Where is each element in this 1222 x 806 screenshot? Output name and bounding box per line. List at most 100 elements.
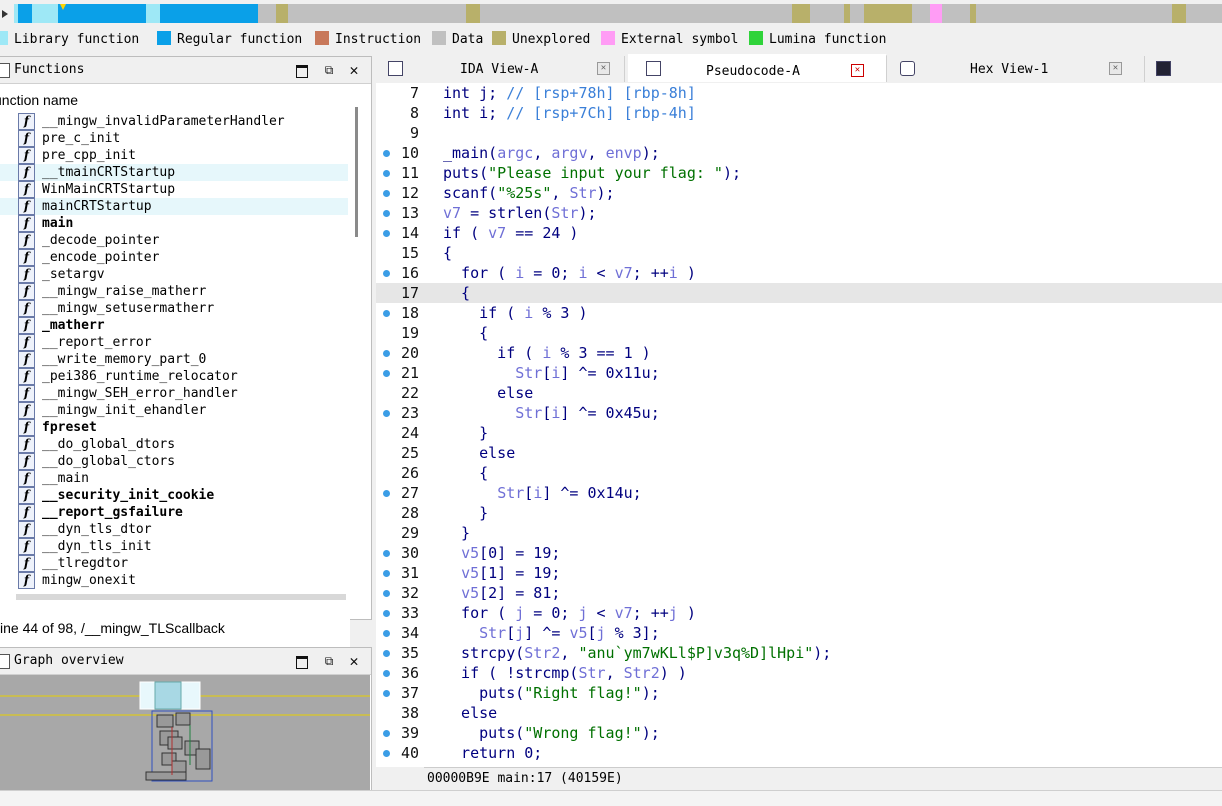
breakpoint-marker-icon[interactable]	[383, 570, 390, 577]
function-row[interactable]: f __do_global_dtors	[0, 436, 348, 453]
function-row[interactable]: f mainCRTStartup	[0, 198, 348, 215]
code-line[interactable]: 20 if ( i % 3 == 1 )	[376, 343, 1222, 363]
code-line[interactable]: 38 else	[376, 703, 1222, 723]
tab-more[interactable]	[1146, 56, 1222, 82]
code-line[interactable]: 23 Str[i] ^= 0x45u;	[376, 403, 1222, 423]
code-line[interactable]: 13 v7 = strlen(Str);	[376, 203, 1222, 223]
breakpoint-marker-icon[interactable]	[383, 230, 390, 237]
graph-overview-titlebar[interactable]: Graph overview ⧉ ✕	[0, 648, 371, 675]
code-line[interactable]: 31 v5[1] = 19;	[376, 563, 1222, 583]
close-icon[interactable]: ✕	[347, 61, 361, 79]
code-line[interactable]: 27 Str[i] ^= 0x14u;	[376, 483, 1222, 503]
function-row[interactable]: f _matherr	[0, 317, 348, 334]
breakpoint-marker-icon[interactable]	[383, 730, 390, 737]
code-line[interactable]: 17 {	[376, 283, 1222, 303]
maximize-icon[interactable]	[296, 656, 308, 669]
function-row[interactable]: f _setargv	[0, 266, 348, 283]
code-line[interactable]: 21 Str[i] ^= 0x11u;	[376, 363, 1222, 383]
function-row[interactable]: f __report_error	[0, 334, 348, 351]
function-row[interactable]: f __mingw_init_ehandler	[0, 402, 348, 419]
function-row[interactable]: f _decode_pointer	[0, 232, 348, 249]
code-line[interactable]: 9	[376, 123, 1222, 143]
breakpoint-marker-icon[interactable]	[383, 150, 390, 157]
tab-close-icon[interactable]: ✕	[597, 62, 610, 75]
code-line[interactable]: 28 }	[376, 503, 1222, 523]
code-line[interactable]: 22 else	[376, 383, 1222, 403]
functions-panel-titlebar[interactable]: Functions ⧉ ✕	[0, 57, 371, 84]
function-row[interactable]: f main	[0, 215, 348, 232]
function-row[interactable]: f __tlregdtor	[0, 555, 348, 572]
code-line[interactable]: 8 int i; // [rsp+7Ch] [rbp-4h]	[376, 103, 1222, 123]
code-line[interactable]: 35 strcpy(Str2, "anu`ym7wKLl$P]v3q%D]lHp…	[376, 643, 1222, 663]
function-row[interactable]: f __report_gsfailure	[0, 504, 348, 521]
code-line[interactable]: 36 if ( !strcmp(Str, Str2) )	[376, 663, 1222, 683]
breakpoint-marker-icon[interactable]	[383, 310, 390, 317]
function-row[interactable]: f __mingw_invalidParameterHandler	[0, 113, 348, 130]
code-line[interactable]: 40 return 0;	[376, 743, 1222, 763]
code-line[interactable]: 15 {	[376, 243, 1222, 263]
breakpoint-marker-icon[interactable]	[383, 490, 390, 497]
code-line[interactable]: 26 {	[376, 463, 1222, 483]
maximize-icon[interactable]	[296, 65, 308, 78]
nav-scroll-left-icon[interactable]	[2, 10, 8, 18]
restore-icon[interactable]: ⧉	[322, 654, 336, 669]
code-line[interactable]: 19 {	[376, 323, 1222, 343]
code-line[interactable]: 30 v5[0] = 19;	[376, 543, 1222, 563]
function-row[interactable]: f __dyn_tls_dtor	[0, 521, 348, 538]
navigation-band[interactable]	[0, 0, 1222, 28]
pseudocode-view[interactable]: 7 int j; // [rsp+78h] [rbp-8h] 8 int i; // …	[376, 83, 1222, 767]
code-line[interactable]: 25 else	[376, 443, 1222, 463]
graph-overview-canvas[interactable]	[0, 675, 370, 790]
tab-ida-view-a[interactable]: IDA View-A ✕	[376, 56, 625, 82]
functions-vertical-scrollbar[interactable]	[355, 107, 358, 237]
functions-horizontal-scrollbar[interactable]	[16, 594, 346, 600]
breakpoint-marker-icon[interactable]	[383, 610, 390, 617]
function-row[interactable]: f pre_c_init	[0, 130, 348, 147]
function-row[interactable]: f __main	[0, 470, 348, 487]
navigation-bar[interactable]	[14, 4, 1222, 23]
code-line[interactable]: 24 }	[376, 423, 1222, 443]
code-line[interactable]: 39 puts("Wrong flag!");	[376, 723, 1222, 743]
function-row[interactable]: f __write_memory_part_0	[0, 351, 348, 368]
function-row[interactable]: f __dyn_tls_init	[0, 538, 348, 555]
function-row[interactable]: f __security_init_cookie	[0, 487, 348, 504]
breakpoint-marker-icon[interactable]	[383, 750, 390, 757]
tab-close-icon[interactable]: ✕	[851, 64, 864, 77]
close-icon[interactable]: ✕	[347, 652, 361, 670]
breakpoint-marker-icon[interactable]	[383, 690, 390, 697]
breakpoint-marker-icon[interactable]	[383, 670, 390, 677]
breakpoint-marker-icon[interactable]	[383, 190, 390, 197]
breakpoint-marker-icon[interactable]	[383, 410, 390, 417]
function-row[interactable]: f _encode_pointer	[0, 249, 348, 266]
code-line[interactable]: 29 }	[376, 523, 1222, 543]
code-line[interactable]: 33 for ( j = 0; j < v7; ++j )	[376, 603, 1222, 623]
code-line[interactable]: 14 if ( v7 == 24 )	[376, 223, 1222, 243]
code-line[interactable]: 12 scanf("%25s", Str);	[376, 183, 1222, 203]
tab-close-icon[interactable]: ✕	[1109, 62, 1122, 75]
function-row[interactable]: f _pei386_runtime_relocator	[0, 368, 348, 385]
function-row[interactable]: f __mingw_raise_matherr	[0, 283, 348, 300]
tab-hex-view-1[interactable]: Hex View-1 ✕	[888, 56, 1145, 82]
output-window-strip[interactable]	[0, 790, 1222, 806]
function-row[interactable]: f __tmainCRTStartup	[0, 164, 348, 181]
code-line[interactable]: 10 _main(argc, argv, envp);	[376, 143, 1222, 163]
breakpoint-marker-icon[interactable]	[383, 630, 390, 637]
functions-list[interactable]: unction name f __mingw_invalidParameterHa…	[0, 85, 350, 650]
breakpoint-marker-icon[interactable]	[383, 550, 390, 557]
function-row[interactable]: f fpreset	[0, 419, 348, 436]
breakpoint-marker-icon[interactable]	[383, 650, 390, 657]
breakpoint-marker-icon[interactable]	[383, 170, 390, 177]
function-row[interactable]: f pre_cpp_init	[0, 147, 348, 164]
code-line[interactable]: 7 int j; // [rsp+78h] [rbp-8h]	[376, 83, 1222, 103]
breakpoint-marker-icon[interactable]	[383, 590, 390, 597]
breakpoint-marker-icon[interactable]	[383, 350, 390, 357]
breakpoint-marker-icon[interactable]	[383, 370, 390, 377]
column-header-function-name[interactable]: unction name	[0, 85, 350, 113]
code-line[interactable]: 11 puts("Please input your flag: ");	[376, 163, 1222, 183]
tab-pseudocode-a[interactable]: Pseudocode-A ✕	[628, 54, 887, 82]
breakpoint-marker-icon[interactable]	[383, 210, 390, 217]
code-line[interactable]: 18 if ( i % 3 )	[376, 303, 1222, 323]
function-row[interactable]: f mingw_onexit	[0, 572, 348, 589]
restore-icon[interactable]: ⧉	[322, 63, 336, 78]
function-row[interactable]: f __mingw_SEH_error_handler	[0, 385, 348, 402]
